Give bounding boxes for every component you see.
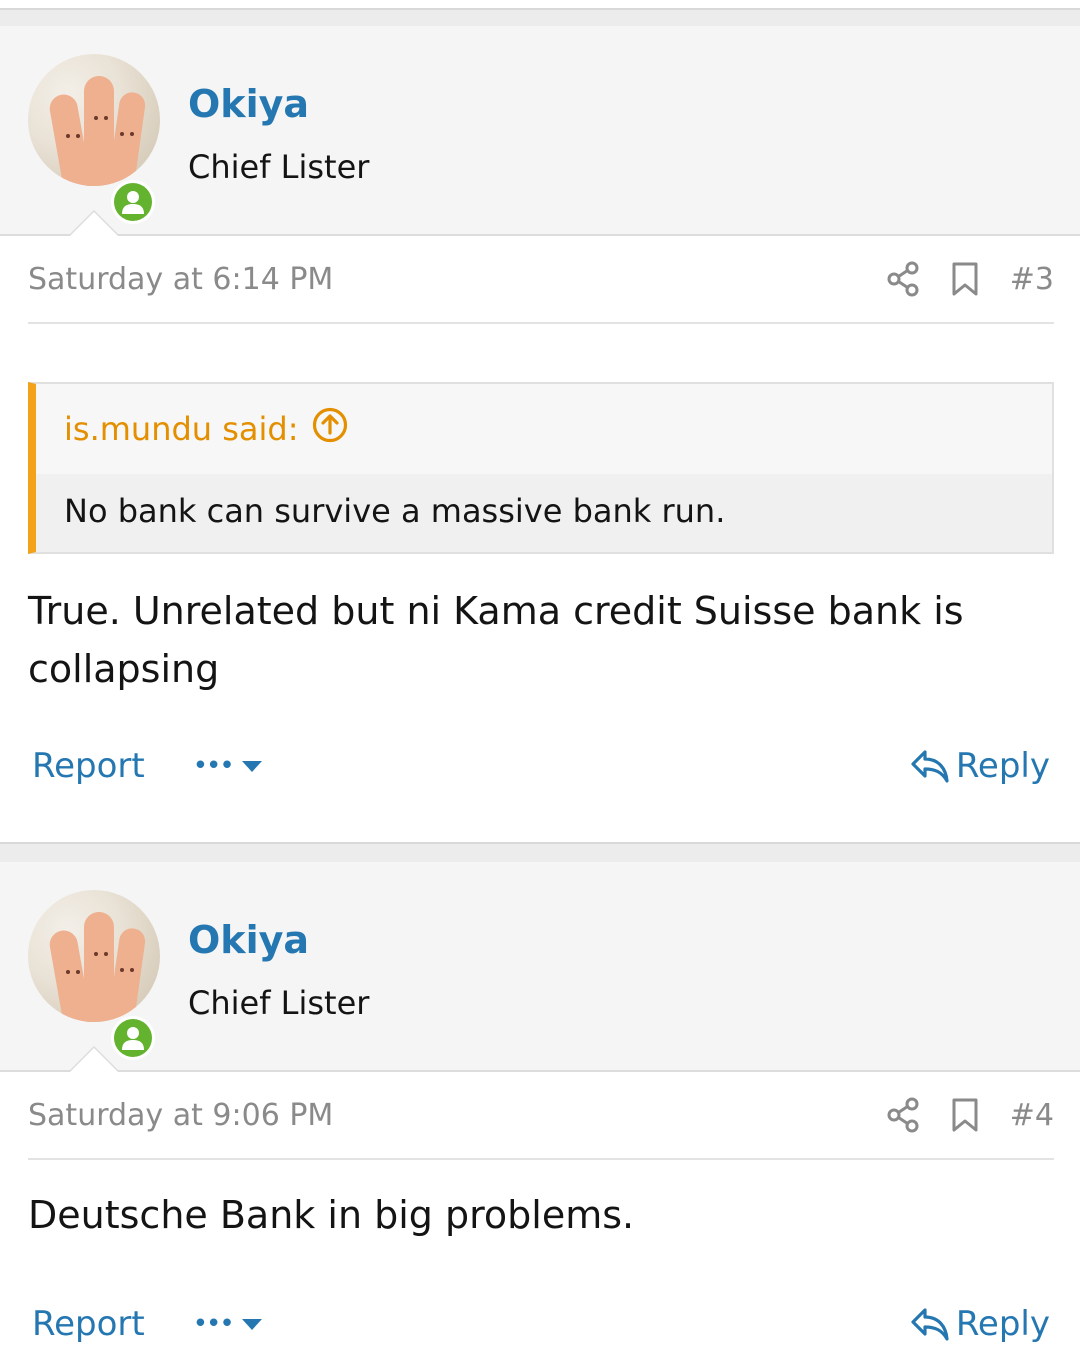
bookmark-icon[interactable] [950,1097,980,1133]
reply-button[interactable]: Reply [910,1304,1050,1344]
post-gap [0,10,1080,26]
username-link[interactable]: Okiya [188,918,309,962]
username-link[interactable]: Okiya [188,82,309,126]
post-actions: Report ••• Reply [32,1284,1050,1364]
share-icon[interactable] [886,1097,920,1133]
more-dots: ••• [192,751,235,781]
avatar[interactable] [28,890,160,1022]
quote-text: No bank can survive a massive bank run. [36,474,1052,552]
avatar-detail [104,952,108,956]
post-number-link[interactable]: #3 [1010,262,1054,297]
avatar[interactable] [28,54,160,186]
quote-author[interactable]: is.mundu said: [64,410,299,448]
post-gap [0,842,1080,862]
avatar-detail [66,134,70,138]
avatar-detail [94,116,98,120]
top-divider [0,0,1080,10]
header-pointer [68,1046,120,1072]
user-title: Chief Lister [188,148,370,186]
reply-label: Reply [955,1304,1050,1344]
report-link[interactable]: Report [32,746,145,786]
header-pointer [68,210,120,236]
caret-down-icon [241,761,262,772]
avatar-detail [66,970,70,974]
avatar-detail [120,968,124,972]
more-options-button[interactable]: ••• [193,1309,263,1339]
arrow-up-circle-icon[interactable] [311,406,349,452]
avatar-detail [104,116,108,120]
avatar-detail [94,952,98,956]
post-message: Deutsche Bank in big problems. [28,1193,635,1237]
avatar-detail [120,132,124,136]
bookmark-icon[interactable] [950,261,980,297]
post-meta: Saturday at 9:06 PM #4 [28,1072,1054,1160]
post-3: Okiya Chief Lister Saturday at 6:14 PM #… [0,26,1080,806]
caret-down-icon [241,1319,262,1330]
post-user-header: Okiya Chief Lister [0,862,1080,1072]
reply-arrow-icon [911,750,949,783]
post-actions: Report ••• Reply [32,726,1050,806]
avatar-detail [130,968,134,972]
post-message: True. Unrelated but ni Kama credit Suiss… [28,589,964,691]
quote-header[interactable]: is.mundu said: [36,384,1052,474]
post-4: Okiya Chief Lister Saturday at 9:06 PM #… [0,862,1080,1364]
post-user-header: Okiya Chief Lister [0,26,1080,236]
reply-button[interactable]: Reply [910,746,1050,786]
post-meta: Saturday at 6:14 PM #3 [28,236,1054,324]
post-number-link[interactable]: #4 [1010,1098,1054,1133]
reply-arrow-icon [911,1308,949,1341]
more-options-button[interactable]: ••• [193,751,263,781]
user-title: Chief Lister [188,984,370,1022]
avatar-detail [76,134,80,138]
avatar-detail [130,132,134,136]
reply-label: Reply [955,746,1050,786]
share-icon[interactable] [886,261,920,297]
quote-block: is.mundu said: No bank can survive a mas… [28,382,1054,554]
more-dots: ••• [192,1309,235,1339]
post-date-link[interactable]: Saturday at 6:14 PM [28,262,333,297]
report-link[interactable]: Report [32,1304,145,1344]
post-date-link[interactable]: Saturday at 9:06 PM [28,1098,333,1133]
avatar-detail [76,970,80,974]
